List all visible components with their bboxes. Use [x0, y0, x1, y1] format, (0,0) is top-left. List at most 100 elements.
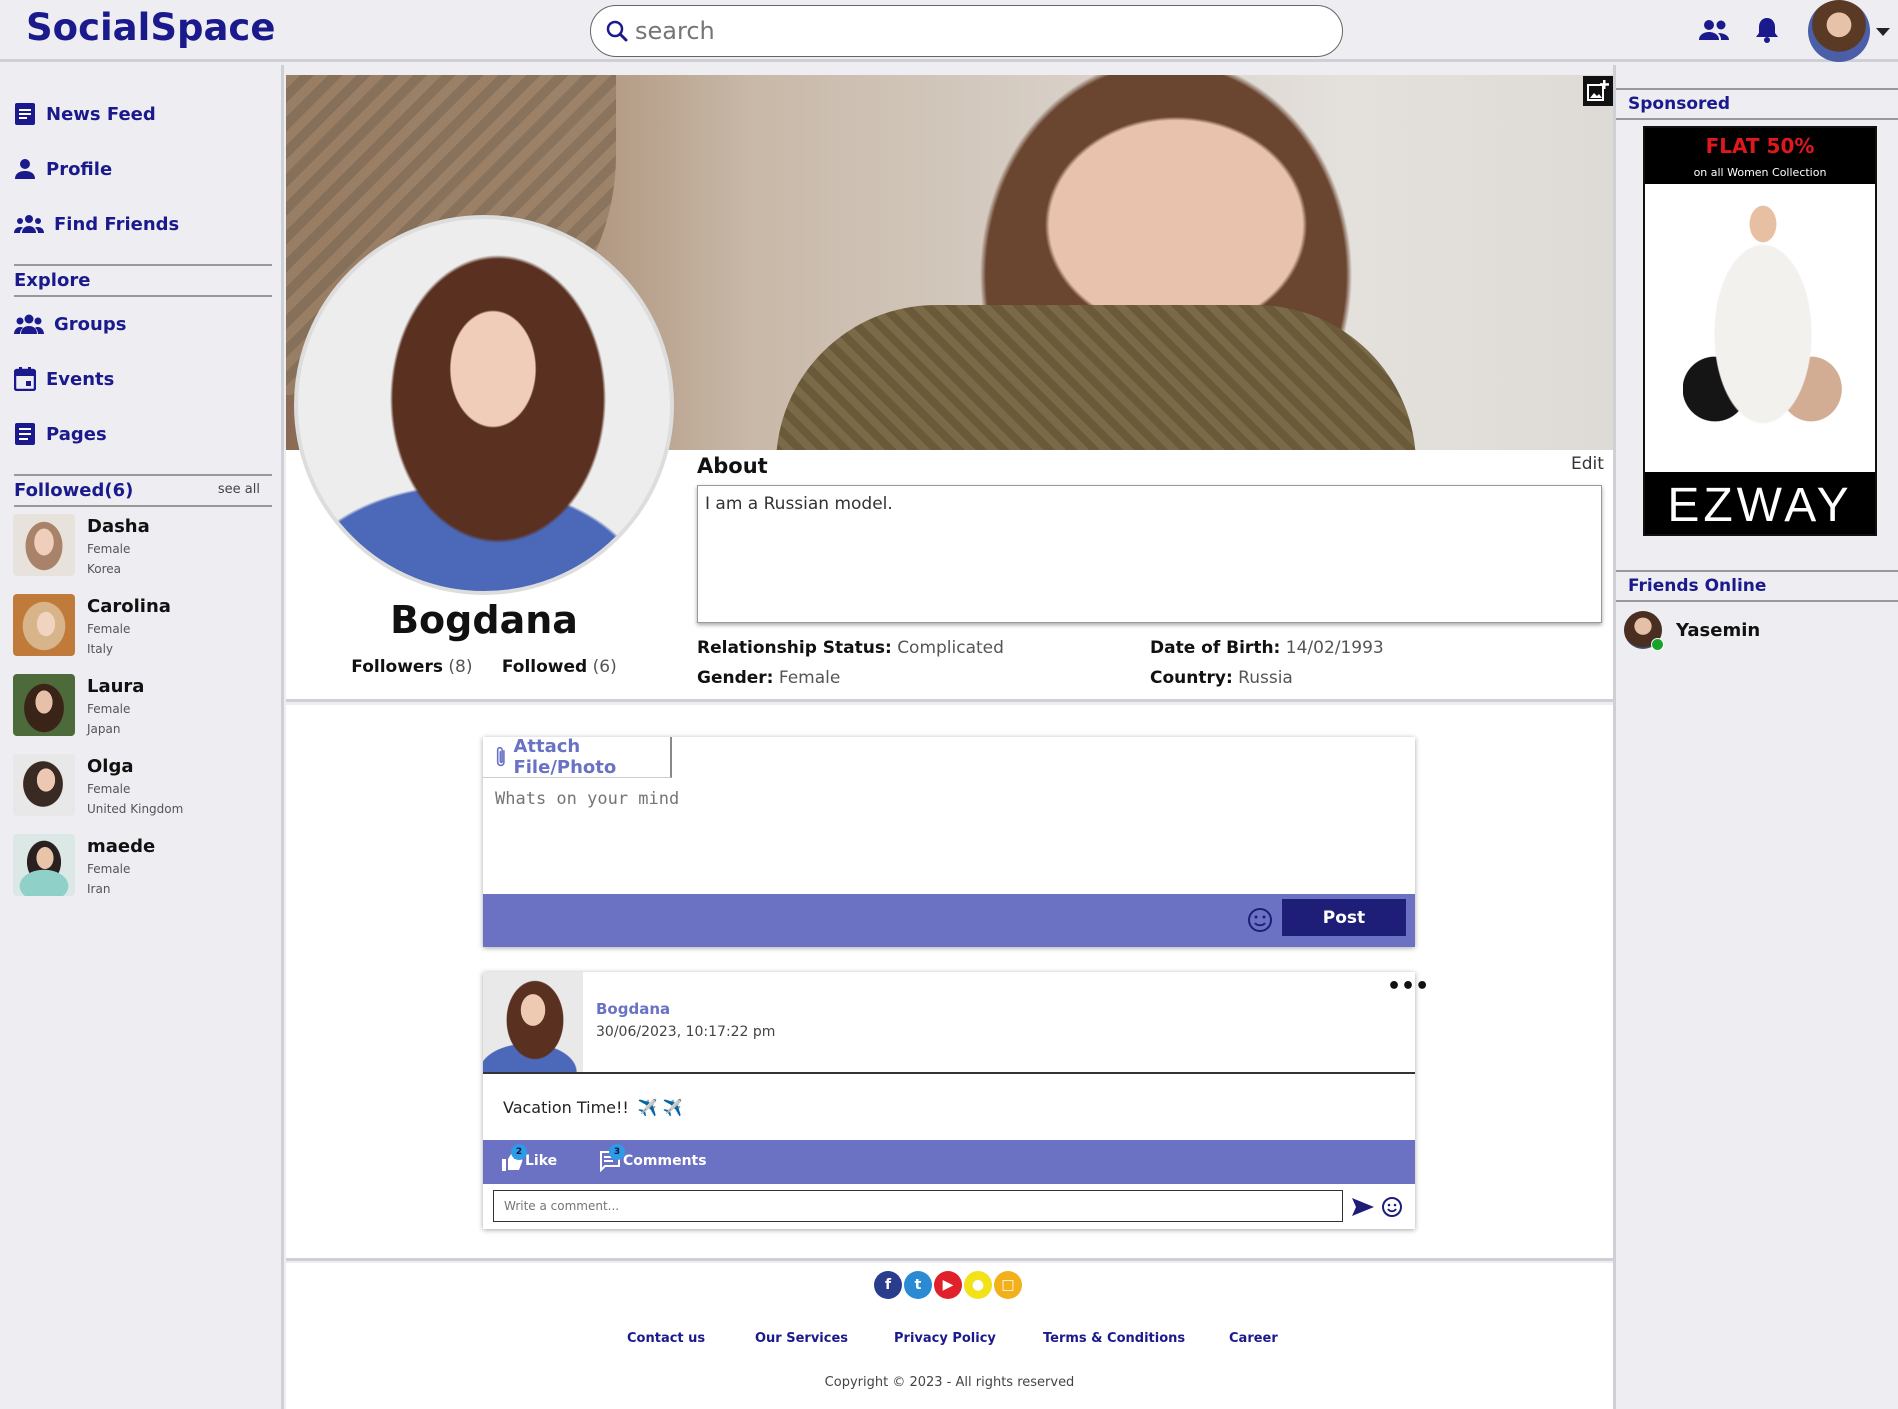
footer-link-career[interactable]: Career: [1229, 1331, 1278, 1346]
sidebar-item-events[interactable]: Events: [14, 364, 114, 394]
emoji-icon[interactable]: [1247, 907, 1273, 933]
sidebar-item-pages[interactable]: Pages: [14, 419, 107, 449]
friend-name: Carolina: [87, 596, 171, 617]
post-body: Vacation Time!! ✈️ ✈️: [503, 1098, 683, 1117]
followed-item[interactable]: Dasha Female Korea: [13, 514, 273, 580]
avatar: [13, 514, 75, 576]
explore-heading: Explore: [14, 264, 272, 297]
comments-label: Comments: [623, 1153, 707, 1169]
comment-input[interactable]: [493, 1190, 1343, 1222]
sponsored-heading: Sponsored: [1616, 88, 1898, 120]
online-friend-item[interactable]: Yasemin: [1624, 610, 1760, 651]
avatar: [1624, 611, 1664, 651]
footer-link-privacy[interactable]: Privacy Policy: [894, 1331, 996, 1346]
sidebar-item-news-feed[interactable]: News Feed: [14, 99, 156, 129]
youtube-icon[interactable]: ▶: [934, 1271, 962, 1299]
ad-header: FLAT 50% on all Women Collection: [1645, 128, 1875, 184]
friend-country: Japan: [87, 722, 121, 736]
comments-button[interactable]: 3 Comments: [599, 1144, 707, 1172]
snapchat-icon[interactable]: ●: [964, 1271, 992, 1299]
like-button[interactable]: 2 Like: [501, 1144, 558, 1172]
social-links: f t ▶ ● □: [874, 1271, 1022, 1299]
app-logo[interactable]: SocialSpace: [26, 6, 275, 49]
twitter-icon[interactable]: t: [904, 1271, 932, 1299]
online-status-dot: [1651, 638, 1664, 651]
friend-gender: Female: [87, 702, 131, 716]
post-text: Vacation Time!!: [503, 1098, 629, 1117]
followed-heading-label: Followed(6): [14, 480, 134, 501]
group-icon: [14, 215, 44, 233]
post-text-input[interactable]: [495, 789, 1395, 869]
country: Country: Russia: [1150, 668, 1293, 688]
sidebar-item-profile[interactable]: Profile: [14, 154, 112, 184]
see-all-link[interactable]: see all: [218, 482, 260, 497]
followed-heading: Followed(6) see all: [14, 474, 272, 507]
instagram-icon[interactable]: □: [994, 1271, 1022, 1299]
followed-label[interactable]: Followed: [502, 657, 587, 677]
dob-value: 14/02/1993: [1285, 638, 1384, 658]
post-timestamp: 30/06/2023, 10:17:22 pm: [596, 1024, 776, 1040]
post-author[interactable]: Bogdana: [596, 1000, 670, 1018]
attach-file-button[interactable]: Attach File/Photo: [483, 736, 672, 778]
friend-name: Laura: [87, 676, 145, 697]
gender: Gender: Female: [697, 668, 840, 688]
emoji-icon[interactable]: [1381, 1196, 1403, 1218]
post-button[interactable]: Post: [1282, 899, 1406, 936]
attach-label: Attach File/Photo: [513, 736, 617, 778]
gender-value: Female: [778, 668, 841, 688]
followed-item[interactable]: Carolina Female Italy: [13, 594, 273, 660]
search-bar[interactable]: [590, 5, 1343, 57]
copyright: Copyright © 2023 - All rights reserved: [824, 1375, 1075, 1390]
follow-stats: Followers (8) Followed (6): [294, 657, 674, 677]
ad-footer: EZWAY: [1645, 472, 1875, 534]
sidebar-item-label: News Feed: [46, 103, 156, 125]
friend-country: United Kingdom: [87, 802, 184, 816]
friends-icon[interactable]: [1698, 18, 1730, 44]
send-icon[interactable]: [1351, 1197, 1375, 1217]
profile-photo[interactable]: [294, 215, 674, 595]
about-heading: About: [697, 454, 768, 478]
avatar: [13, 674, 75, 736]
friend-gender: Female: [87, 862, 131, 876]
country-value: Russia: [1238, 668, 1293, 688]
composer-toolbar: Post: [483, 894, 1415, 947]
sponsored-ad[interactable]: FLAT 50% on all Women Collection EZWAY: [1643, 126, 1877, 536]
chevron-down-icon[interactable]: [1876, 28, 1890, 36]
post-composer: Attach File/Photo Post: [483, 736, 1415, 947]
ad-brand: EZWAY: [1667, 479, 1853, 532]
footer-link-contact[interactable]: Contact us: [627, 1331, 705, 1346]
ad-subline: on all Women Collection: [1693, 166, 1827, 179]
avatar[interactable]: [483, 972, 583, 1072]
right-sidebar: Sponsored FLAT 50% on all Women Collecti…: [1613, 65, 1898, 1409]
post-emoji: ✈️ ✈️: [637, 1098, 683, 1117]
sidebar-item-label: Profile: [46, 158, 113, 180]
sidebar-item-label: Groups: [54, 313, 127, 335]
friend-gender: Female: [87, 542, 131, 556]
bell-icon[interactable]: [1755, 16, 1779, 44]
paperclip-icon: [496, 746, 505, 767]
add-photo-icon[interactable]: [1583, 76, 1613, 106]
post-actions-bar: 2 Like 3 Comments: [483, 1140, 1415, 1184]
user-avatar[interactable]: [1808, 0, 1870, 62]
more-options-icon[interactable]: •••: [1387, 976, 1429, 998]
sidebar-item-find-friends[interactable]: Find Friends: [14, 209, 179, 239]
ad-headline: FLAT 50%: [1705, 134, 1815, 158]
avatar: [13, 754, 75, 816]
divider: [483, 1072, 1415, 1074]
footer-link-services[interactable]: Our Services: [755, 1331, 848, 1346]
facebook-icon[interactable]: f: [874, 1271, 902, 1299]
sidebar-item-groups[interactable]: Groups: [14, 309, 126, 339]
followed-item[interactable]: Laura Female Japan: [13, 674, 273, 740]
friend-name: maede: [87, 836, 156, 857]
search-input[interactable]: [635, 14, 1315, 48]
followed-item[interactable]: Olga Female United Kingdom: [13, 754, 273, 820]
about-edit-button[interactable]: Edit: [1571, 454, 1604, 474]
sidebar-item-label: Find Friends: [54, 213, 180, 235]
footer-link-terms[interactable]: Terms & Conditions: [1043, 1331, 1185, 1346]
followers-label[interactable]: Followers: [351, 657, 443, 677]
avatar: [13, 594, 75, 656]
followed-count: (6): [592, 657, 617, 677]
followed-item[interactable]: maede Female Iran: [13, 834, 273, 900]
like-label: Like: [525, 1153, 558, 1169]
relationship-label: Relationship Status:: [697, 638, 892, 658]
